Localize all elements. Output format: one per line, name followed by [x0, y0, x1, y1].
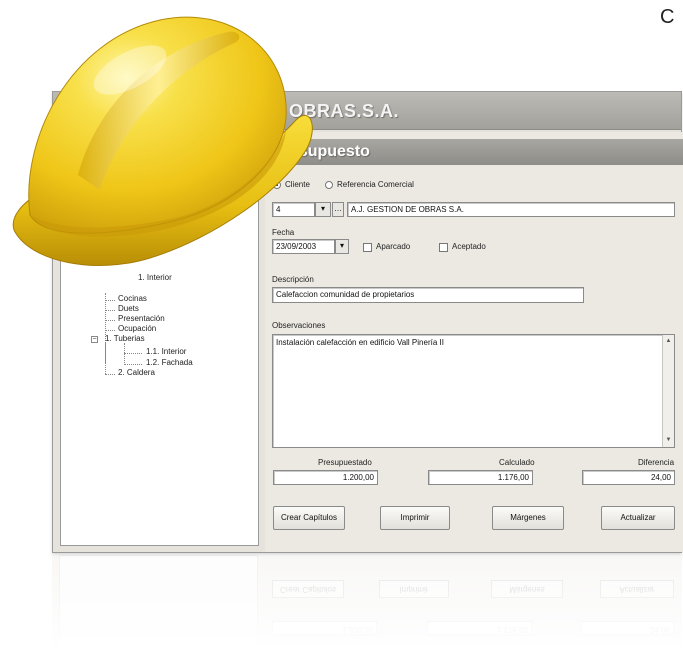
presupuestado-label: Presupuestado — [318, 458, 372, 467]
diferencia-label: Diferencia — [638, 458, 675, 467]
tree-connector — [124, 353, 142, 354]
calculado-field[interactable]: 1.176,00 — [428, 470, 533, 485]
tree-item-tuberias[interactable]: 1. Tuberias — [105, 334, 145, 343]
tree-item-cocinas[interactable]: Cocinas — [118, 294, 147, 303]
observaciones-text: Instalación calefacción en edificio Vall… — [276, 338, 444, 347]
tree-connector — [105, 342, 106, 374]
descripcion-field[interactable]: Calefaccion comunidad de propietarios — [272, 287, 584, 303]
tree-connector — [124, 364, 142, 365]
diferencia-field[interactable]: 24,00 — [582, 470, 675, 485]
aceptado-checkbox[interactable] — [439, 243, 448, 252]
tree-connector — [105, 300, 115, 301]
tree-item-tuberias-interior[interactable]: 1.1. Interior — [146, 347, 186, 356]
corner-text: C — [660, 6, 675, 28]
window-reflection: Crear Capítulos Imprimir Márgenes Actual… — [52, 555, 682, 648]
aparcado-checkbox[interactable] — [363, 243, 372, 252]
tree-item-duets[interactable]: Duets — [118, 304, 139, 313]
aparcado-label: Aparcado — [376, 242, 411, 251]
presupuestado-field[interactable]: 1.200,00 — [273, 470, 378, 485]
tree-item-ocupacion[interactable]: Ocupación — [118, 324, 156, 333]
tree-item-tuberias-fachada[interactable]: 1.2. Fachada — [146, 358, 193, 367]
tree-connector — [105, 320, 115, 321]
ellipsis-icon[interactable]: … — [332, 202, 344, 217]
tree-connector — [124, 343, 125, 365]
actualizar-button[interactable]: Actualizar — [601, 506, 675, 530]
imprimir-button[interactable]: Imprimir — [380, 506, 450, 530]
tree-connector — [105, 310, 115, 311]
descripcion-label: Descripción — [272, 275, 314, 284]
calculado-label: Calculado — [499, 458, 535, 467]
tree-item-caldera[interactable]: 2. Caldera — [118, 368, 155, 377]
crear-capitulos-button[interactable]: Crear Capítulos — [273, 506, 345, 530]
scroll-up-icon[interactable]: ▲ — [664, 337, 673, 346]
scroll-down-icon[interactable]: ▼ — [664, 436, 673, 445]
margenes-button[interactable]: Márgenes — [492, 506, 564, 530]
hard-hat-icon — [12, 16, 313, 266]
observaciones-textarea[interactable]: Instalación calefacción en edificio Vall… — [272, 334, 675, 448]
client-name-field[interactable]: A.J. GESTION DE OBRAS S.A. — [347, 202, 675, 217]
tree-connector — [105, 330, 115, 331]
date-dropdown-icon[interactable]: ▾ — [335, 239, 349, 254]
aceptado-label: Aceptado — [452, 242, 486, 251]
tree-item-presentacion[interactable]: Presentación — [118, 314, 165, 323]
tree-connector — [105, 374, 115, 375]
observaciones-scrollbar[interactable]: ▲ ▼ — [662, 335, 674, 447]
radio-referencia-label: Referencia Comercial — [337, 180, 414, 189]
observaciones-label: Observaciones — [272, 321, 326, 330]
tree-collapse-icon[interactable]: − — [91, 336, 98, 343]
reflection-fade — [52, 555, 682, 648]
